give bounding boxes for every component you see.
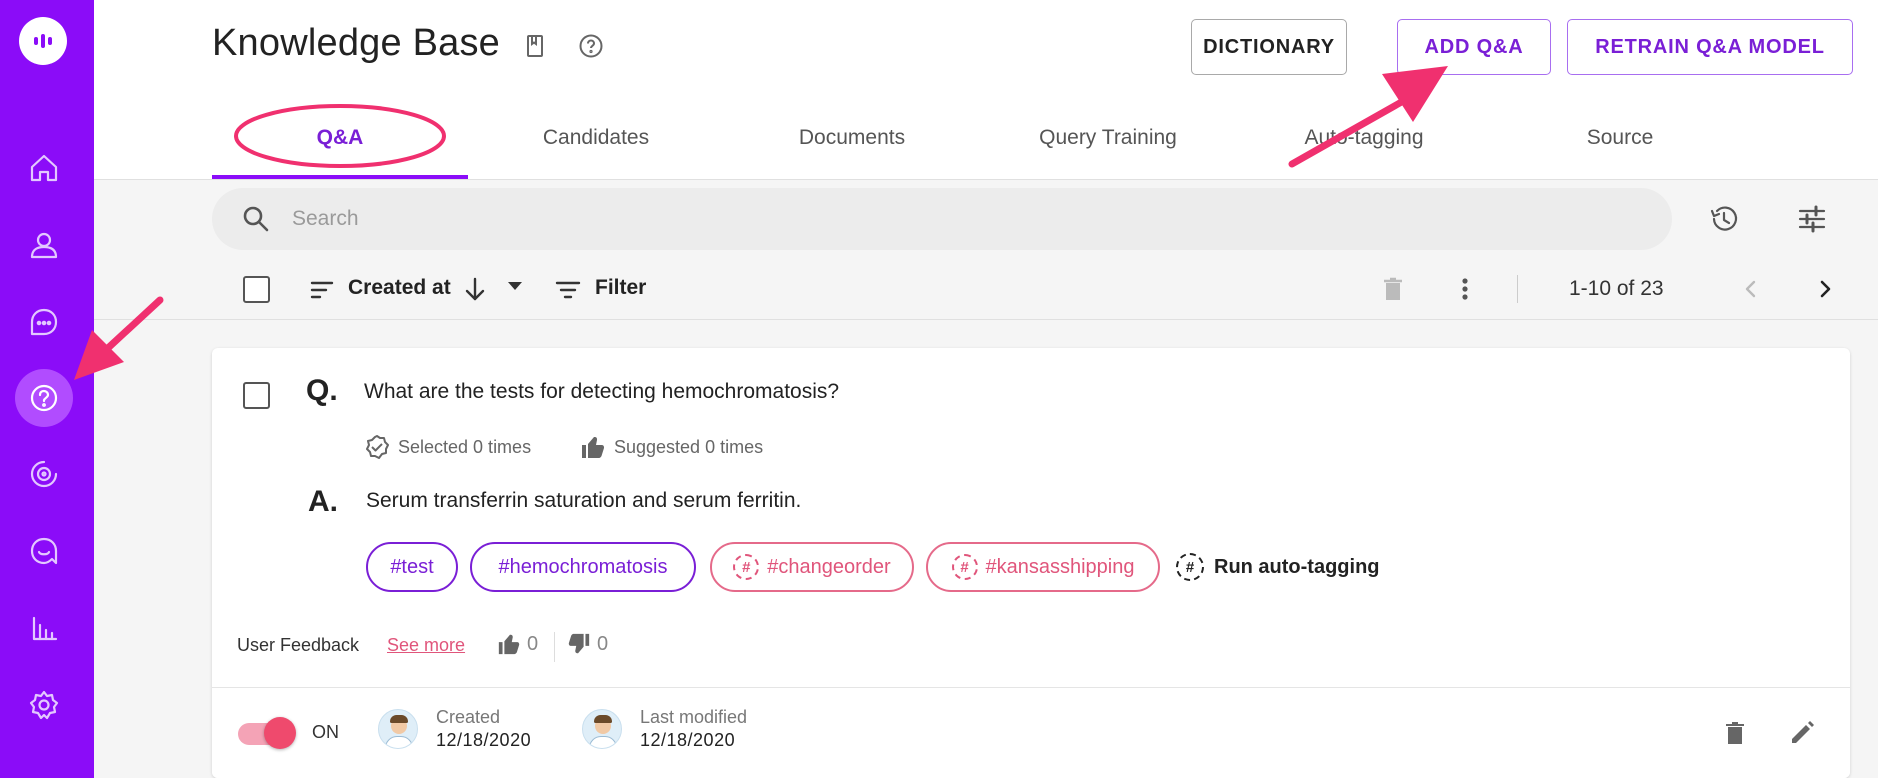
delete-selected-icon[interactable] — [1378, 274, 1408, 309]
qa-card: Q. What are the tests for detecting hemo… — [212, 348, 1850, 778]
verified-check-icon — [366, 435, 389, 459]
filter-settings-button[interactable] — [1790, 197, 1834, 241]
chat-icon — [30, 308, 58, 336]
answer-text[interactable]: Serum transferrin saturation and serum f… — [366, 489, 801, 513]
message-icon — [30, 537, 58, 565]
qa-help-icon — [30, 384, 58, 412]
history-icon — [1710, 206, 1738, 231]
auto-tag-icon: # — [733, 554, 760, 580]
thumbs-up-count: 0 — [527, 632, 539, 655]
help-icon[interactable] — [578, 33, 604, 59]
created-label: Created — [436, 707, 501, 727]
sidebar — [0, 0, 94, 778]
last-modified-label: Last modified — [640, 707, 748, 727]
app-logo[interactable] — [19, 17, 67, 65]
analytics-icon — [32, 616, 58, 641]
delete-icon[interactable] — [1715, 713, 1755, 753]
question-label: Q. — [306, 374, 338, 407]
nav-analytics[interactable] — [15, 599, 73, 657]
search-input[interactable] — [292, 207, 1492, 231]
qa-card-footer: ON Created 12/18/2020 Last modified 12/1… — [212, 687, 1850, 778]
thumbs-up-icon — [498, 634, 520, 655]
nav-target[interactable] — [15, 445, 73, 503]
tab-qa[interactable]: Q&A — [212, 112, 468, 179]
suggested-count: Suggested 0 times — [580, 434, 763, 460]
edit-icon[interactable] — [1782, 713, 1822, 753]
auto-tagging-icon: # — [1176, 553, 1204, 581]
user-feedback-label: User Feedback — [237, 635, 360, 655]
tag-hemochromatosis[interactable]: #hemochromatosis — [470, 542, 696, 592]
settings-icon — [29, 690, 59, 720]
home-icon — [30, 154, 58, 182]
dictionary-button[interactable]: DICTIONARY — [1191, 19, 1347, 75]
feedback-divider — [554, 632, 555, 662]
feedback-thumbs-down: 0 — [567, 632, 608, 656]
sort-icon[interactable] — [307, 275, 337, 310]
search-bar — [212, 188, 1672, 250]
more-options-icon[interactable] — [1450, 274, 1480, 309]
toolbar-divider — [1517, 275, 1518, 303]
user-icon — [30, 232, 58, 259]
pagination-label: 1-10 of 23 — [1569, 277, 1664, 300]
history-button[interactable] — [1702, 197, 1746, 241]
list-toolbar: Created at Filter 1-10 of 23 — [94, 258, 1878, 320]
nav-qa[interactable] — [15, 369, 73, 427]
feedback-thumbs-up: 0 — [497, 632, 538, 656]
nav-users[interactable] — [15, 216, 73, 274]
nav-messages[interactable] — [15, 522, 73, 580]
tag-kansasshipping[interactable]: # #kansasshipping — [926, 542, 1160, 592]
add-qa-button[interactable]: ADD Q&A — [1397, 19, 1551, 75]
modifier-avatar — [582, 709, 622, 749]
tab-documents[interactable]: Documents — [724, 112, 980, 179]
sort-dropdown-icon[interactable] — [508, 282, 522, 290]
last-modified-date: 12/18/2020 — [640, 730, 736, 750]
select-all-checkbox[interactable] — [243, 276, 270, 303]
filter-icon[interactable] — [553, 275, 583, 310]
nav-chat[interactable] — [15, 293, 73, 351]
tag-test[interactable]: #test — [366, 542, 458, 592]
created-date: 12/18/2020 — [436, 730, 532, 750]
header: Knowledge Base DICTIONARY ADD Q&A RETRAI… — [94, 0, 1878, 180]
tag-changeorder[interactable]: # #changeorder — [710, 542, 914, 592]
tab-auto-tagging[interactable]: Auto-tagging — [1236, 112, 1492, 179]
sort-label[interactable]: Created at — [348, 276, 451, 300]
selected-count: Selected 0 times — [364, 434, 531, 460]
search-icon — [243, 206, 269, 232]
prev-page-icon[interactable] — [1736, 274, 1766, 309]
qa-item-checkbox[interactable] — [243, 382, 270, 409]
next-page-icon[interactable] — [1810, 274, 1840, 309]
tab-source[interactable]: Source — [1492, 112, 1748, 179]
nav-settings[interactable] — [15, 676, 73, 734]
page-title: Knowledge Base — [212, 22, 501, 64]
answer-label: A. — [308, 485, 338, 518]
target-icon — [30, 460, 58, 488]
question-text[interactable]: What are the tests for detecting hemochr… — [364, 380, 839, 404]
see-more-link[interactable]: See more — [387, 635, 465, 656]
tune-icon — [1798, 205, 1826, 233]
toggle-label: ON — [312, 722, 339, 742]
thumbs-down-icon — [568, 633, 590, 654]
nav-home[interactable] — [15, 139, 73, 197]
tab-candidates[interactable]: Candidates — [468, 112, 724, 179]
thumbs-up-icon — [582, 437, 605, 458]
selected-count-text: Selected 0 times — [398, 436, 532, 457]
bookmark-icon[interactable] — [522, 33, 548, 59]
thumbs-down-count: 0 — [597, 632, 609, 655]
run-auto-tagging-button[interactable]: # Run auto-tagging — [1176, 542, 1380, 592]
creator-avatar — [378, 709, 418, 749]
tab-bar: Q&A Candidates Documents Query Training … — [212, 112, 1748, 179]
retrain-qa-model-button[interactable]: RETRAIN Q&A MODEL — [1567, 19, 1853, 75]
suggested-count-text: Suggested 0 times — [614, 436, 764, 457]
active-toggle[interactable] — [238, 715, 298, 751]
arrow-down-icon[interactable] — [460, 274, 490, 309]
tab-query-training[interactable]: Query Training — [980, 112, 1236, 179]
auto-tag-icon: # — [951, 554, 978, 580]
filter-label[interactable]: Filter — [595, 276, 646, 300]
